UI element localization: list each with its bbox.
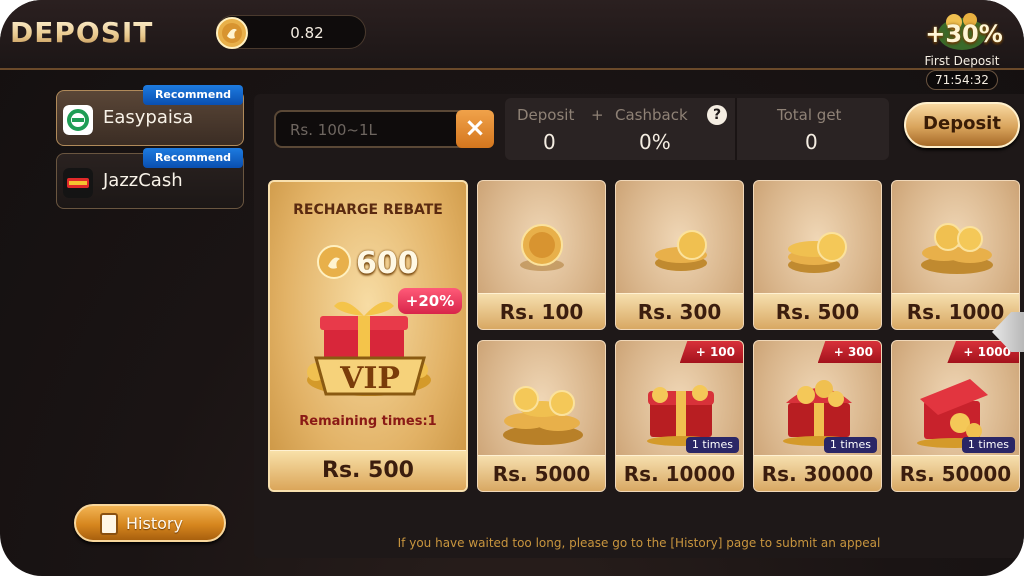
history-button[interactable]: History xyxy=(74,504,226,542)
clear-icon[interactable]: × xyxy=(456,110,494,148)
package-price: Rs. 100 xyxy=(478,293,605,329)
package-price: Rs. 1000 xyxy=(892,293,1019,329)
package-card[interactable]: Rs. 1000 xyxy=(891,180,1020,330)
summary-plus: + xyxy=(591,106,604,124)
balance-value: 0.82 xyxy=(290,24,324,42)
treasure-chest-icon xyxy=(783,380,855,446)
summary-total-value: 0 xyxy=(805,130,818,154)
vip-title: RECHARGE REBATE xyxy=(293,202,443,218)
promo-percent: +30% xyxy=(925,20,1003,48)
summary-divider xyxy=(735,98,737,160)
times-badge: 1 times xyxy=(685,437,739,453)
history-icon xyxy=(100,513,118,535)
summary-cashback-label: Cashback xyxy=(615,106,688,124)
bonus-badge: + 100 xyxy=(679,341,743,363)
game-window: DEPOSIT 0.82 +30% First Deposit 71:54:32… xyxy=(0,0,1024,576)
top-bar xyxy=(0,0,1024,70)
package-card[interactable]: + 100 1 times Rs. 10000 xyxy=(615,340,744,492)
bonus-badge: + 300 xyxy=(817,341,881,363)
deposit-button[interactable]: Deposit xyxy=(904,102,1020,148)
package-card[interactable]: Rs. 300 xyxy=(615,180,744,330)
package-price: Rs. 500 xyxy=(754,293,881,329)
history-label: History xyxy=(126,514,183,533)
package-card[interactable]: Rs. 5000 xyxy=(477,340,606,492)
promo-timer: 71:54:32 xyxy=(926,70,998,90)
page-title: DEPOSIT xyxy=(10,16,154,49)
vip-badge-icon: VIP xyxy=(314,356,426,396)
recommend-badge: Recommend xyxy=(143,148,243,168)
recommend-badge: Recommend xyxy=(143,85,243,105)
coin-stack-icon xyxy=(655,230,707,271)
coin-pile-icon xyxy=(921,223,993,274)
appeal-note: If you have waited too long, please go t… xyxy=(397,536,881,550)
package-price: Rs. 10000 xyxy=(616,455,743,491)
summary-cashback-value: 0% xyxy=(639,130,671,154)
coin-pile-icon xyxy=(503,386,583,445)
coin-stack-icon xyxy=(788,232,847,273)
vip-price: Rs. 500 xyxy=(270,450,466,490)
first-deposit-promo[interactable]: +30% First Deposit 71:54:32 xyxy=(920,4,1004,92)
summary-total-label: Total get xyxy=(777,106,842,124)
vip-percent: +20% xyxy=(398,288,462,314)
promo-label: First Deposit xyxy=(924,54,1000,68)
package-price: Rs. 5000 xyxy=(478,455,605,491)
coin-icon xyxy=(216,17,248,49)
help-icon[interactable]: ? xyxy=(707,105,727,125)
summary-deposit-value: 0 xyxy=(543,130,556,154)
coin-icon xyxy=(520,224,564,271)
package-card[interactable]: + 1000 1 times Rs. 50000 xyxy=(891,340,1020,492)
vip-coins: 600 xyxy=(356,246,419,281)
package-card[interactable]: Rs. 100 xyxy=(477,180,606,330)
summary-deposit-label: Deposit xyxy=(517,106,575,124)
vip-remaining: Remaining times:1 xyxy=(299,414,437,429)
amount-input[interactable]: Rs. 100~1L × xyxy=(274,110,494,148)
balance-display: 0.82 xyxy=(216,15,366,49)
method-label: JazzCash xyxy=(103,170,183,191)
jazzcash-icon xyxy=(63,168,93,198)
times-badge: 1 times xyxy=(823,437,877,453)
package-price: Rs. 30000 xyxy=(754,455,881,491)
amount-placeholder: Rs. 100~1L xyxy=(290,121,377,139)
times-badge: 1 times xyxy=(961,437,1015,453)
package-price: Rs. 50000 xyxy=(892,455,1019,491)
method-label: Easypaisa xyxy=(103,107,194,128)
method-jazzcash[interactable]: JazzCash Recommend xyxy=(56,148,244,209)
easypaisa-icon xyxy=(63,105,93,135)
vip-rebate-card[interactable]: RECHARGE REBATE 600 VIP +20% Remaining t… xyxy=(268,180,468,492)
deposit-summary: Deposit + Cashback ? 0 0% Total get 0 xyxy=(505,98,889,160)
method-easypaisa[interactable]: Easypaisa Recommend xyxy=(56,85,244,146)
svg-text:VIP: VIP xyxy=(339,361,400,396)
coin-icon xyxy=(317,245,351,279)
package-price: Rs. 300 xyxy=(616,293,743,329)
package-card[interactable]: + 300 1 times Rs. 30000 xyxy=(753,340,882,492)
package-card[interactable]: Rs. 500 xyxy=(753,180,882,330)
